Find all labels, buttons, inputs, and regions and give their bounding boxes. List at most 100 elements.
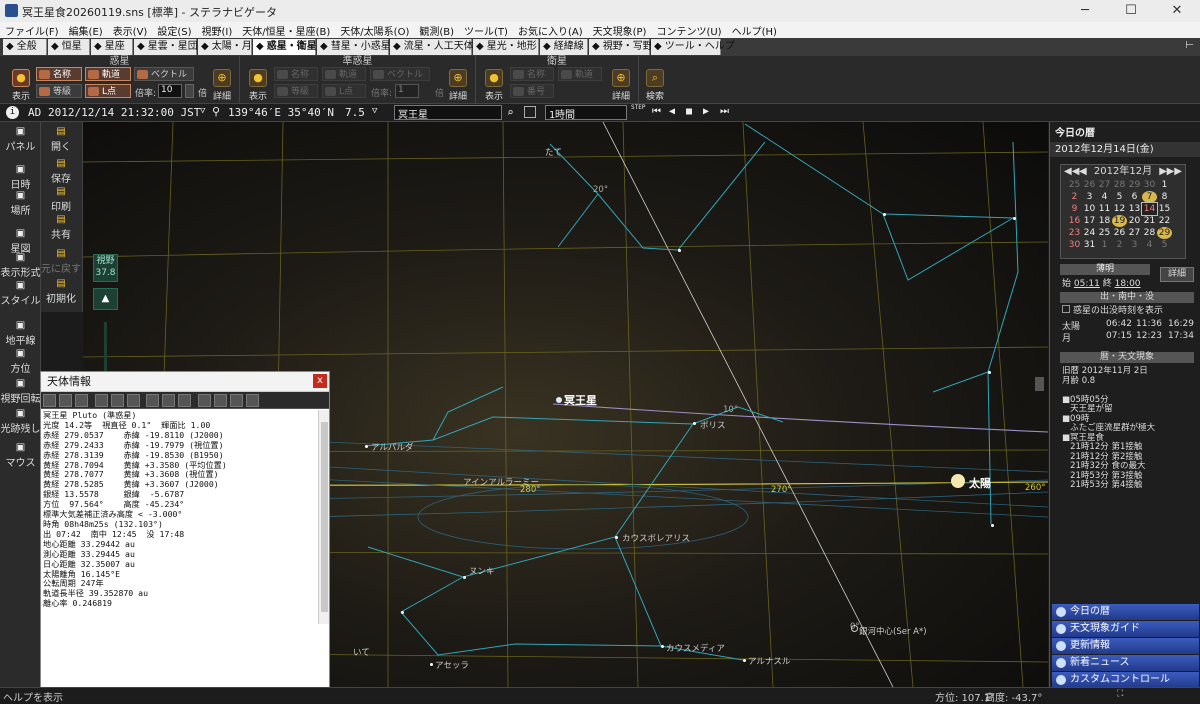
star-alphard[interactable]	[365, 445, 368, 448]
almanac-nav-button[interactable]: 今日の暦	[1052, 604, 1199, 620]
target-select[interactable]: 冥王星	[394, 105, 502, 121]
calendar-day[interactable]: 5	[1112, 191, 1127, 203]
calendar-day[interactable]: 24	[1082, 227, 1097, 239]
star[interactable]	[1013, 217, 1016, 220]
tab-star[interactable]: ◆ 恒星	[48, 39, 90, 55]
menu-item[interactable]: 表示(V)	[108, 22, 153, 38]
window-icon[interactable]	[178, 394, 191, 407]
tab-tools[interactable]: ◆ ツール・ヘルプ	[651, 39, 735, 55]
calendar-day[interactable]: 12	[1112, 203, 1127, 215]
dwarf-magnitude-toggle[interactable]: 等級	[274, 84, 318, 98]
star-ascella[interactable]	[430, 663, 433, 666]
calendar-day[interactable]: 26	[1112, 227, 1127, 239]
left-display-button[interactable]: ▣ 表示形式	[0, 252, 41, 279]
help-icon[interactable]	[245, 394, 259, 407]
sky-scroll-handle[interactable]	[1035, 377, 1044, 391]
planet-lpoint-toggle[interactable]: L点	[85, 84, 131, 98]
galactic-center-marker[interactable]	[851, 625, 858, 632]
tab-grid[interactable]: ◆ 経緯線	[540, 39, 588, 55]
search-icon[interactable]: ⌕	[507, 106, 514, 119]
menu-item[interactable]: コンテンツ(U)	[651, 22, 726, 38]
calendar-day[interactable]: 26	[1082, 179, 1097, 191]
planet-vector-toggle[interactable]: ベクトル	[134, 67, 194, 81]
calendar-day[interactable]: 18	[1097, 215, 1112, 227]
rewind-icon[interactable]: ⏮	[652, 106, 661, 117]
planet-magnitude-toggle[interactable]: 等級	[36, 84, 82, 98]
calendar-day[interactable]: 19	[1112, 215, 1127, 227]
calendar-day[interactable]: 22	[1157, 215, 1172, 227]
info-icon[interactable]: i	[6, 106, 19, 119]
sun-icon[interactable]	[229, 394, 243, 407]
save-button[interactable]: ▤ 保存	[41, 158, 81, 185]
book-icon[interactable]	[213, 394, 227, 407]
menu-item[interactable]: 天体/太陽系(O)	[335, 22, 414, 38]
left-rotate-button[interactable]: ▣ 視野回転	[0, 378, 41, 405]
star[interactable]	[883, 213, 886, 216]
star-icon[interactable]	[43, 394, 56, 407]
calendar-day[interactable]: 27	[1097, 179, 1112, 191]
almanac-nav-button[interactable]: 天文現象ガイド	[1052, 621, 1199, 637]
menu-item[interactable]: ヘルプ(H)	[727, 22, 782, 38]
step-select[interactable]: 1時間	[545, 105, 627, 121]
menu-item[interactable]: 天体/恒星・星座(B)	[237, 22, 335, 38]
open-button[interactable]: ▤ 開く	[41, 126, 81, 153]
calendar-day[interactable]: 21	[1142, 215, 1157, 227]
left-style-button[interactable]: ▣ スタイル	[0, 280, 41, 307]
calendar-day[interactable]: 25	[1067, 179, 1082, 191]
calendar-day[interactable]: 4	[1097, 191, 1112, 203]
sun-marker[interactable]	[951, 474, 965, 488]
calendar-day[interactable]: 31	[1082, 239, 1097, 251]
calendar-day[interactable]: 8	[1157, 191, 1172, 203]
calendar-day[interactable]: 3	[1127, 239, 1142, 251]
calendar-day[interactable]: 14	[1141, 202, 1158, 216]
calendar-day[interactable]: 23	[1067, 227, 1082, 239]
calendar-day[interactable]: 13	[1127, 203, 1142, 215]
almanac-nav-button[interactable]: 新着ニュース	[1052, 655, 1199, 671]
star-kaus-media[interactable]	[661, 645, 664, 648]
tab-landscape[interactable]: ◆ 星光・地形	[473, 39, 539, 55]
twilight-end[interactable]: 18:00	[1115, 279, 1141, 289]
planet-rise-checkbox[interactable]	[1062, 305, 1070, 313]
target-icon[interactable]	[59, 394, 72, 407]
datetime-display[interactable]: 2012/12/14 21:32:00 JST	[48, 106, 200, 119]
left-compass-button[interactable]: ▣ 方位	[0, 348, 41, 375]
tab-comet[interactable]: ◆ 彗星・小惑星	[317, 39, 391, 55]
left-location-button[interactable]: ▣ 場所	[0, 190, 41, 217]
star-kaus-borealis[interactable]	[615, 536, 618, 539]
fullscreen-icon[interactable]: ⛶	[1117, 689, 1123, 699]
menu-item[interactable]: ファイル(F)	[0, 22, 64, 38]
planet-orbit-toggle[interactable]: 軌道	[85, 67, 131, 81]
dwarf-vector-toggle[interactable]: ベクトル	[370, 67, 430, 81]
calendar-day[interactable]: 6	[1127, 191, 1142, 203]
menu-item[interactable]: 設定(S)	[152, 22, 196, 38]
calendar-day[interactable]: 29	[1157, 227, 1172, 239]
prev-year-icon[interactable]: ◀◀	[1064, 165, 1079, 179]
fov-display[interactable]: 視野 37.8	[93, 254, 118, 282]
almanac-nav-button[interactable]: カスタムコントロール	[1052, 672, 1199, 688]
left-panel-button[interactable]: ▣ パネル	[0, 126, 41, 153]
next-year-icon[interactable]: ▶▶	[1167, 165, 1182, 179]
calendar-day[interactable]: 9	[1067, 203, 1082, 215]
menu-item[interactable]: 編集(E)	[64, 22, 108, 38]
tab-nebula[interactable]: ◆ 星雲・星団	[134, 39, 198, 55]
track-icon[interactable]	[126, 394, 140, 407]
crosshair-icon[interactable]	[94, 394, 108, 407]
menu-item[interactable]: お気に入り(A)	[513, 22, 588, 38]
satellite-number-toggle[interactable]: 番号	[510, 84, 554, 98]
almanac-nav-button[interactable]: 更新情報	[1052, 638, 1199, 654]
calendar-day[interactable]: 30	[1142, 179, 1157, 191]
planet-name-toggle[interactable]: 名称	[36, 67, 82, 81]
tab-fov[interactable]: ◆ 視野・写野	[589, 39, 653, 55]
star-nunki[interactable]	[463, 576, 466, 579]
planet-scale-spinner[interactable]	[185, 84, 194, 98]
calendar-day[interactable]: 30	[1067, 239, 1082, 251]
calendar-day[interactable]: 17	[1082, 215, 1097, 227]
star[interactable]	[401, 611, 404, 614]
star-polis[interactable]	[693, 422, 696, 425]
satellite-orbit-toggle[interactable]: 軌道	[558, 67, 602, 81]
pin-icon[interactable]	[75, 394, 88, 407]
height-display[interactable]: 7.5	[345, 106, 365, 119]
calendar-day[interactable]: 28	[1112, 179, 1127, 191]
undo-button[interactable]: ▤ 元に戻す	[41, 248, 81, 275]
info-scrollbar[interactable]	[318, 410, 329, 624]
